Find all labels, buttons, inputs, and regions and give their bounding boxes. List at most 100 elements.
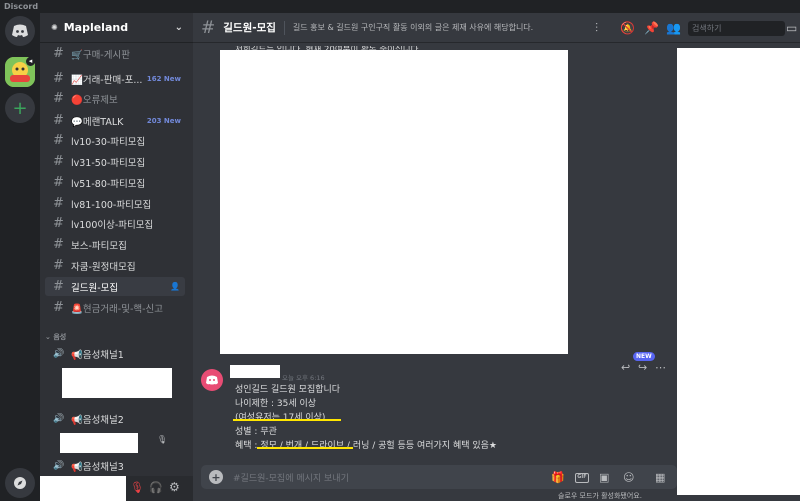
notification-bell-icon[interactable]: 🔕 <box>620 21 635 35</box>
discord-avatar-icon <box>206 375 218 385</box>
header-divider <box>283 20 285 35</box>
hash-icon: # <box>53 279 64 294</box>
channel-item[interactable]: # lv31-50-파티모집 <box>45 152 185 171</box>
channel-item[interactable]: # lv81-100-파티모집 <box>45 194 185 213</box>
hash-icon: # <box>53 196 64 211</box>
discord-logo-icon <box>12 24 28 37</box>
app-titlebar: Discord <box>0 0 800 13</box>
highlight-underline <box>257 447 353 449</box>
channel-item[interactable]: # 자쿰-원정대모집 <box>45 256 185 275</box>
channel-item[interactable]: # lv10-30-파티모집 <box>45 131 185 150</box>
user-panel: 🎙 🎧 ⚙ <box>40 476 193 501</box>
server-list: ◂ + <box>0 13 40 501</box>
channel-item[interactable]: # 💬메랜TALK 203 New <box>45 111 185 130</box>
voice-channel-label: 📢음성채널3 <box>71 461 124 473</box>
channel-label: 💬메랜TALK <box>71 116 124 128</box>
pin-icon[interactable]: 📌 <box>644 21 659 35</box>
sticker-icon[interactable]: ▣ <box>599 471 609 484</box>
channel-item[interactable]: # lv51-80-파티모집 <box>45 173 185 192</box>
channel-label: 📈거래-판매-포... <box>71 74 143 86</box>
channel-item[interactable]: # 보스-파티모집 <box>45 235 185 254</box>
thread-icon: # <box>53 71 64 86</box>
explore-servers-button[interactable] <box>5 468 35 498</box>
forward-icon[interactable]: ↪ <box>638 361 647 374</box>
channel-label: lv100이상-파티모집 <box>71 219 154 231</box>
avatar[interactable] <box>201 369 223 391</box>
message-input[interactable]: #길드원-모집에 메시지 보내기 <box>233 471 349 484</box>
redacted-user-info <box>40 476 126 501</box>
channel-list: # 🛒구매-게시판 # 📈거래-판매-포... 162 New # 🔴오류제보 # 💬메랜… <box>40 13 193 476</box>
hash-icon: # <box>53 216 64 231</box>
threads-icon[interactable]: ⫶ <box>595 21 598 36</box>
channel-label: lv81-100-파티모집 <box>71 199 152 211</box>
channel-label: 🔴오류제보 <box>71 94 118 106</box>
speaker-icon: 🔊 <box>53 460 65 471</box>
redacted-image-attachment <box>220 50 568 354</box>
hash-icon: # <box>53 258 64 273</box>
hash-icon: # <box>53 300 64 315</box>
gif-picker-icon[interactable]: GIF <box>575 473 589 483</box>
muted-icon: 🎙 <box>157 435 168 444</box>
new-badge: NEW <box>633 352 655 361</box>
highlight-underline <box>233 419 341 421</box>
channel-label: 길드원-모집 <box>71 282 119 294</box>
chat-main: # 길드원-모집 길드 홍보 & 길드원 구인구직 활동 이외의 글은 제재 사… <box>193 13 800 501</box>
channel-item[interactable]: # 📈거래-판매-포... 162 New <box>45 69 185 88</box>
add-member-icon[interactable]: 👤 <box>170 282 180 291</box>
emoji-icon[interactable]: ☺ <box>623 471 634 484</box>
reply-icon[interactable]: ↩ <box>621 361 630 374</box>
speaker-icon: 🔊 <box>53 348 65 359</box>
gift-icon[interactable]: 🎁 <box>551 471 565 484</box>
new-badge: 203 New <box>146 116 181 125</box>
redacted-voice-user <box>60 433 138 453</box>
apps-icon[interactable]: ▦ <box>655 471 665 484</box>
mute-microphone-icon[interactable]: 🎙 <box>130 481 144 494</box>
plus-icon: + <box>12 97 28 119</box>
gear-icon[interactable]: ⚙ <box>169 480 180 494</box>
message-timestamp: 오늘 오후 6:16 <box>282 374 325 382</box>
voice-channel-item[interactable]: 🔊 📢음성채널3 <box>45 456 185 475</box>
member-list-icon[interactable]: 👥 <box>666 21 681 35</box>
inbox-icon[interactable]: ▭ <box>786 21 797 35</box>
redacted-voice-users <box>62 368 172 398</box>
channel-item[interactable]: # 🔴오류제보 <box>45 89 185 108</box>
channel-item-active[interactable]: # 길드원-모집 👤 <box>45 277 185 296</box>
channel-label: 보스-파티모집 <box>71 240 127 252</box>
add-server-button[interactable]: + <box>5 93 35 123</box>
compass-icon <box>14 477 26 489</box>
voice-channel-item[interactable]: 🔊 📢음성채널2 <box>45 409 185 428</box>
channel-item[interactable]: # lv100이상-파티모집 <box>45 214 185 233</box>
search-input[interactable]: 검색하기 <box>688 21 785 36</box>
channel-item[interactable]: # 🛒구매-게시판 <box>45 44 185 63</box>
message-line: (여성유저는 17세 이상) <box>235 413 326 423</box>
voice-channel-label: 📢음성채널1 <box>71 349 124 361</box>
channel-title: 길드원-모집 <box>223 22 276 34</box>
channel-label: 자쿰-원정대모집 <box>71 261 136 273</box>
new-badge: 162 New <box>146 74 181 83</box>
discord-home-button[interactable] <box>5 16 35 46</box>
thread-icon: # <box>53 113 64 128</box>
redacted-username <box>230 365 280 378</box>
hash-icon: # <box>201 17 216 38</box>
channel-label: lv51-80-파티모집 <box>71 178 146 190</box>
hash-icon: # <box>53 133 64 148</box>
channel-label: 🛒구매-게시판 <box>71 49 130 61</box>
channel-item[interactable]: # 🚨현금거래-및-핵-신고 <box>45 298 185 317</box>
channel-label: lv31-50-파티모집 <box>71 157 146 169</box>
channel-topic: 길드 홍보 & 길드원 구인구직 활동 이외의 글은 제재 사유에 해당합니다. <box>292 23 534 32</box>
upload-plus-icon[interactable]: + <box>209 470 223 484</box>
hash-icon: # <box>53 46 64 61</box>
voice-category[interactable]: ⌄ 음성 <box>45 332 66 342</box>
message-line: 나이제한 : 35세 이상 <box>235 399 317 409</box>
hash-icon: # <box>53 175 64 190</box>
voice-channel-item[interactable]: 🔊 📢음성채널1 <box>45 344 185 363</box>
more-options-icon[interactable]: ⋯ <box>655 361 666 374</box>
message-line: 성인길드 길드원 모집합니다 <box>235 385 341 395</box>
redacted-member-list <box>677 48 800 495</box>
speaker-icon: 🔊 <box>53 413 65 424</box>
channel-label: 🚨현금거래-및-핵-신고 <box>71 303 164 315</box>
headphones-icon[interactable]: 🎧 <box>149 481 163 494</box>
speaker-icon: ◂ <box>26 57 35 66</box>
category-label: 음성 <box>53 333 67 341</box>
message-line: 성별 : 무관 <box>235 427 277 437</box>
